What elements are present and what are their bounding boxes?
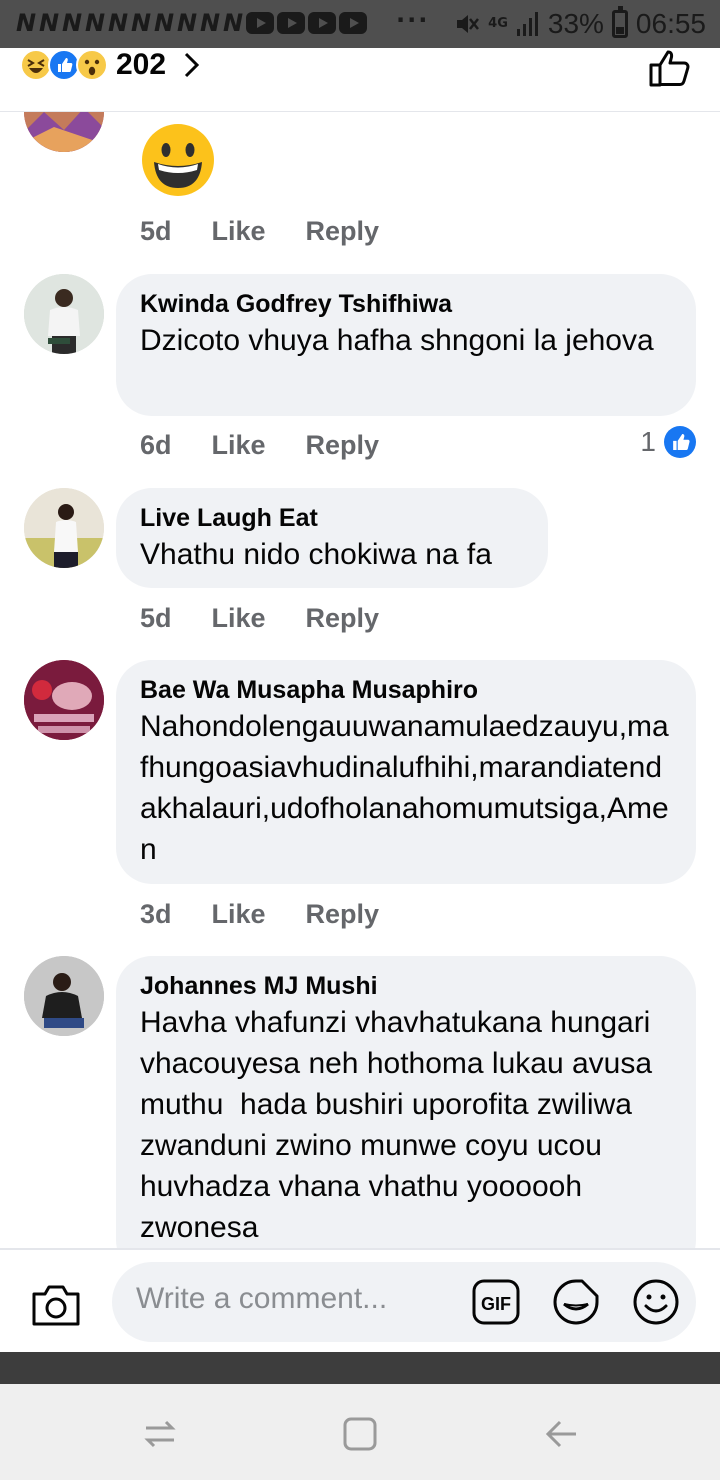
reaction-count: 202 xyxy=(116,48,167,81)
system-nav-bar xyxy=(0,1384,720,1480)
sticker-icon[interactable] xyxy=(552,1278,600,1326)
notification-n-icon: N xyxy=(223,9,244,37)
reply-link[interactable]: Reply xyxy=(306,430,380,461)
clock: 06:55 xyxy=(635,8,706,39)
comment-bubble[interactable]: Kwinda Godfrey Tshifhiwa Dzicoto vhuya h… xyxy=(116,274,696,416)
youtube-icon xyxy=(308,12,336,34)
avatar[interactable] xyxy=(24,488,104,568)
notification-n-icon: N xyxy=(39,9,60,37)
notification-n-icon: N xyxy=(154,9,175,37)
notification-n-icon: N xyxy=(85,9,106,37)
notification-n-icon: N xyxy=(200,9,221,37)
like-link[interactable]: Like xyxy=(212,216,266,247)
grinning-face-icon xyxy=(142,124,214,196)
chevron-right-icon xyxy=(185,52,200,78)
reply-link[interactable]: Reply xyxy=(306,603,380,634)
battery-icon xyxy=(611,6,628,38)
avatar[interactable] xyxy=(24,274,104,354)
notification-n-icon: N xyxy=(131,9,152,37)
comment-bubble[interactable]: Johannes MJ Mushi Havha vhafunzi vhavhat… xyxy=(116,956,696,1248)
comment-bubble[interactable]: Bae Wa Musapha Musaphiro Nahondolengauuw… xyxy=(116,660,696,884)
comment-text: Dzicoto vhuya hafha shngoni la jehova xyxy=(140,324,654,357)
comment-composer: Write a comment... GIF xyxy=(0,1248,720,1352)
comment-input-placeholder: Write a comment... xyxy=(136,1282,388,1315)
commenter-name[interactable]: Kwinda Godfrey Tshifhiwa xyxy=(140,288,672,320)
like-link[interactable]: Like xyxy=(212,430,266,461)
avatar[interactable] xyxy=(24,112,104,152)
battery-percent: 33% xyxy=(547,8,604,39)
like-count-value: 1 xyxy=(640,426,656,457)
commenter-name[interactable]: Bae Wa Musapha Musaphiro xyxy=(140,674,672,706)
home-icon[interactable] xyxy=(340,1414,380,1454)
avatar[interactable] xyxy=(24,956,104,1036)
comment-text: Vhathu nido chokiwa na fa xyxy=(140,538,492,571)
comment-text: Havha vhafunzi vhavhatukana hungari vhac… xyxy=(140,1006,661,1244)
more-notifications-icon: ··· xyxy=(396,6,430,34)
comment-actions: 5d Like Reply xyxy=(140,216,419,247)
network-type: 4G xyxy=(488,16,508,31)
comment-actions: 5d Like Reply xyxy=(140,603,419,634)
comment-age: 5d xyxy=(140,216,172,246)
svg-text:GIF: GIF xyxy=(481,1294,511,1314)
recent-apps-icon[interactable] xyxy=(140,1414,180,1454)
mute-icon xyxy=(457,15,480,33)
notification-icons: N N N N N N N N N N xyxy=(16,10,367,36)
notification-n-icon: N xyxy=(62,9,83,37)
reply-link[interactable]: Reply xyxy=(306,216,380,247)
youtube-icon xyxy=(246,12,274,34)
notification-n-icon: N xyxy=(108,9,129,37)
comment-age: 6d xyxy=(140,430,172,460)
reactions-summary[interactable]: 202 xyxy=(20,48,202,82)
reactions-header: 202 xyxy=(0,48,720,112)
comment-text: Nahondolengauuwanamulaedzauyu,mafhungoas… xyxy=(140,710,669,866)
like-link[interactable]: Like xyxy=(212,899,266,930)
camera-icon[interactable] xyxy=(30,1282,82,1328)
wow-emoji-icon xyxy=(76,49,108,81)
notification-n-icon: N xyxy=(16,9,37,37)
comment-emoji xyxy=(140,122,216,203)
youtube-icon xyxy=(277,12,305,34)
comment-actions: 3d Like Reply xyxy=(140,899,419,930)
comment-input[interactable]: Write a comment... GIF xyxy=(112,1262,696,1342)
youtube-icon xyxy=(339,12,367,34)
status-bar: N N N N N N N N N N ··· 4G 33% 06:55 xyxy=(0,0,720,48)
comment-actions: 6d Like Reply xyxy=(140,430,419,461)
like-thumb-icon[interactable] xyxy=(648,48,692,88)
comment-bubble[interactable]: Live Laugh Eat Vhathu nido chokiwa na fa xyxy=(116,488,548,588)
notification-n-icon: N xyxy=(177,9,198,37)
reply-link[interactable]: Reply xyxy=(306,899,380,930)
like-reaction-icon xyxy=(664,426,696,458)
commenter-name[interactable]: Johannes MJ Mushi xyxy=(140,970,672,1002)
comment-age: 5d xyxy=(140,603,172,633)
avatar[interactable] xyxy=(24,660,104,740)
comment-age: 3d xyxy=(140,899,172,929)
like-link[interactable]: Like xyxy=(212,603,266,634)
emoji-icon[interactable] xyxy=(632,1278,680,1326)
gif-icon[interactable]: GIF xyxy=(472,1279,520,1325)
signal-icon xyxy=(516,12,538,36)
keyboard-gap-bar xyxy=(0,1352,720,1384)
comment-like-count[interactable]: 1 xyxy=(640,426,696,458)
back-icon[interactable] xyxy=(542,1414,582,1454)
comments-list: 5d Like Reply Kwinda Godfrey Tshifhiwa D… xyxy=(0,112,720,1248)
commenter-name[interactable]: Live Laugh Eat xyxy=(140,502,524,534)
